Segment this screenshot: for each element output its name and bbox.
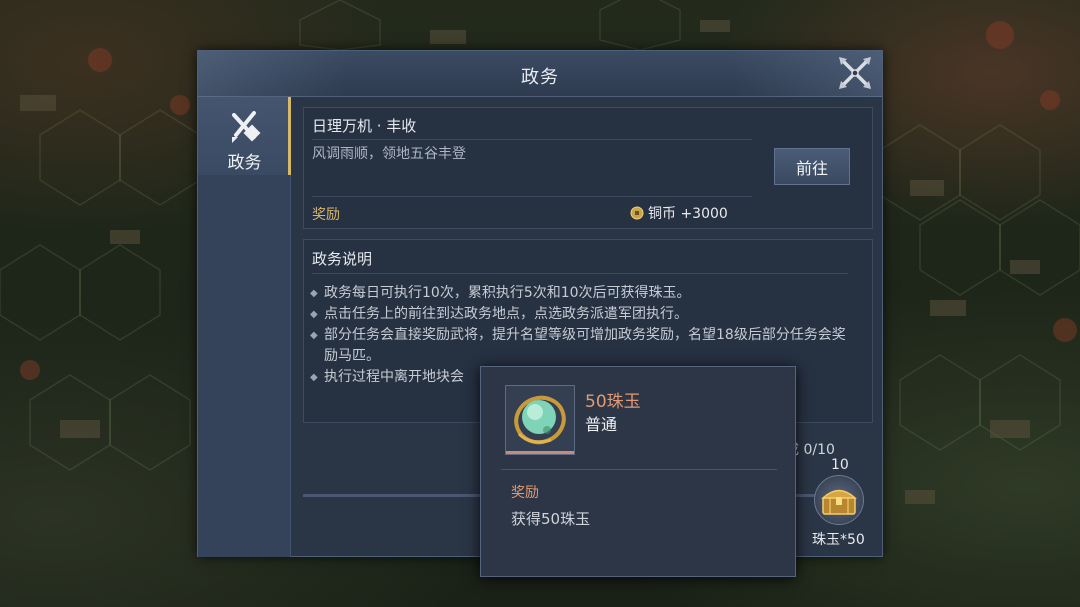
brush-pen-icon — [232, 111, 261, 143]
task-title: 日理万机 · 丰收 — [312, 117, 417, 135]
diamond-bullet-icon: ◆ — [310, 309, 318, 320]
diamond-bullet-icon: ◆ — [310, 288, 318, 299]
divider — [312, 196, 752, 197]
task-description: 风调雨顺，领地五谷丰登 — [312, 146, 466, 162]
sidebar-tab-affairs[interactable]: 政务 — [198, 97, 291, 175]
chest-reward-label: 珠玉*50 — [812, 532, 865, 548]
tooltip-reward-label: 奖励 — [511, 485, 539, 501]
close-crossed-swords-icon — [839, 57, 871, 89]
diamond-bullet-icon: ◆ — [310, 330, 318, 341]
info-item: ◆ 部分任务会直接奖励武将，提升名望等级可增加政务奖励，名望18级后部分任务会奖励… — [310, 327, 846, 364]
diamond-bullet-icon: ◆ — [310, 372, 318, 383]
divider — [501, 469, 777, 470]
jade-orb-icon — [514, 395, 566, 445]
tooltip-reward-description: 获得50珠玉 — [511, 510, 591, 528]
task-reward-label: 奖励 — [312, 207, 340, 223]
copper-coin-icon — [630, 206, 644, 220]
info-item: ◆ 点击任务上的前往到达政务地点，点选政务派遣军团执行。 — [310, 304, 850, 325]
item-frame — [505, 385, 575, 455]
task-reward-value: 铜币 +3000 — [648, 206, 728, 222]
item-name: 50珠玉 — [585, 392, 641, 412]
item-tooltip: 50珠玉 普通 奖励 获得50珠玉 — [480, 366, 796, 577]
go-button[interactable]: 前往 — [774, 148, 850, 185]
close-button[interactable] — [832, 51, 878, 95]
info-item: ◆ 政务每日可执行10次，累积执行5次和10次后可获得珠玉。 — [310, 283, 850, 304]
sidebar-tab-label: 政务 — [227, 153, 262, 173]
sidebar: 政务 — [198, 97, 291, 557]
chest-milestone: 10 — [831, 457, 849, 473]
reward-chest-button[interactable] — [814, 475, 864, 525]
window-header: 政务 — [198, 51, 882, 97]
task-reward: 铜币 +3000 — [630, 203, 728, 223]
rarity-strip — [506, 451, 574, 454]
divider — [312, 139, 752, 140]
info-title: 政务说明 — [312, 250, 373, 268]
window-title: 政务 — [521, 67, 559, 88]
treasure-chest-icon — [821, 489, 857, 515]
task-card: 日理万机 · 丰收 风调雨顺，领地五谷丰登 奖励 铜币 +3000 前往 — [303, 107, 873, 229]
divider — [312, 273, 848, 274]
item-rarity: 普通 — [585, 415, 618, 434]
